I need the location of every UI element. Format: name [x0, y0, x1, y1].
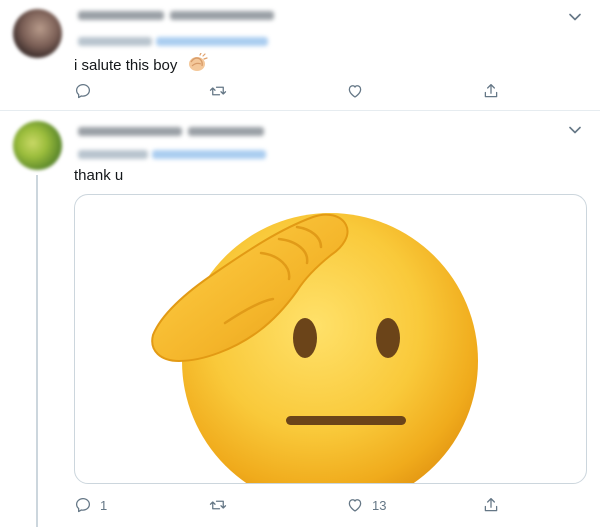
reply-to-link-redacted[interactable]	[152, 150, 266, 159]
avatar[interactable]	[13, 121, 62, 170]
reply-context-redacted	[78, 37, 152, 46]
reply-to-link-redacted[interactable]	[156, 37, 268, 46]
clapping-hands-emoji	[186, 52, 208, 79]
saluting-face-emoji	[151, 213, 478, 483]
author-name-redacted[interactable]	[78, 127, 182, 136]
author-name-redacted[interactable]	[78, 11, 164, 20]
tweet-actions	[74, 80, 504, 102]
share-button[interactable]	[482, 494, 500, 516]
tweet-text: thank u	[74, 166, 123, 186]
retweet-icon	[209, 86, 227, 96]
media-image[interactable]	[74, 194, 587, 484]
avatar[interactable]	[13, 9, 62, 58]
like-icon	[348, 85, 362, 98]
tweet-text: i salute this boy	[74, 52, 208, 79]
reply-button[interactable]: 1	[74, 494, 107, 516]
reply-button[interactable]	[74, 80, 100, 102]
retweet-button[interactable]	[209, 494, 235, 516]
retweet-button[interactable]	[209, 80, 235, 102]
reply-icon	[75, 83, 91, 99]
retweet-icon	[209, 500, 227, 510]
tweet-2: thank u 1 13	[0, 111, 600, 527]
tweet-1: i salute this boy	[0, 0, 600, 110]
like-icon	[348, 499, 362, 512]
reply-icon	[75, 497, 91, 513]
share-icon	[484, 83, 498, 98]
tweet-text-content: thank u	[74, 167, 124, 184]
tweet-actions: 1 13	[74, 494, 504, 516]
like-count: 13	[372, 497, 387, 513]
author-handle-redacted[interactable]	[188, 127, 264, 136]
share-button[interactable]	[482, 80, 500, 102]
reply-count: 1	[100, 497, 108, 513]
author-handle-redacted[interactable]	[170, 11, 274, 20]
chevron-down-icon[interactable]	[568, 123, 582, 137]
tweet-text-content: i salute this boy	[74, 56, 178, 74]
like-button[interactable]: 13	[346, 494, 386, 516]
share-icon	[484, 497, 498, 512]
like-button[interactable]	[346, 80, 372, 102]
thread-line	[36, 175, 38, 527]
reply-context-redacted	[78, 150, 148, 159]
chevron-down-icon[interactable]	[568, 10, 582, 24]
